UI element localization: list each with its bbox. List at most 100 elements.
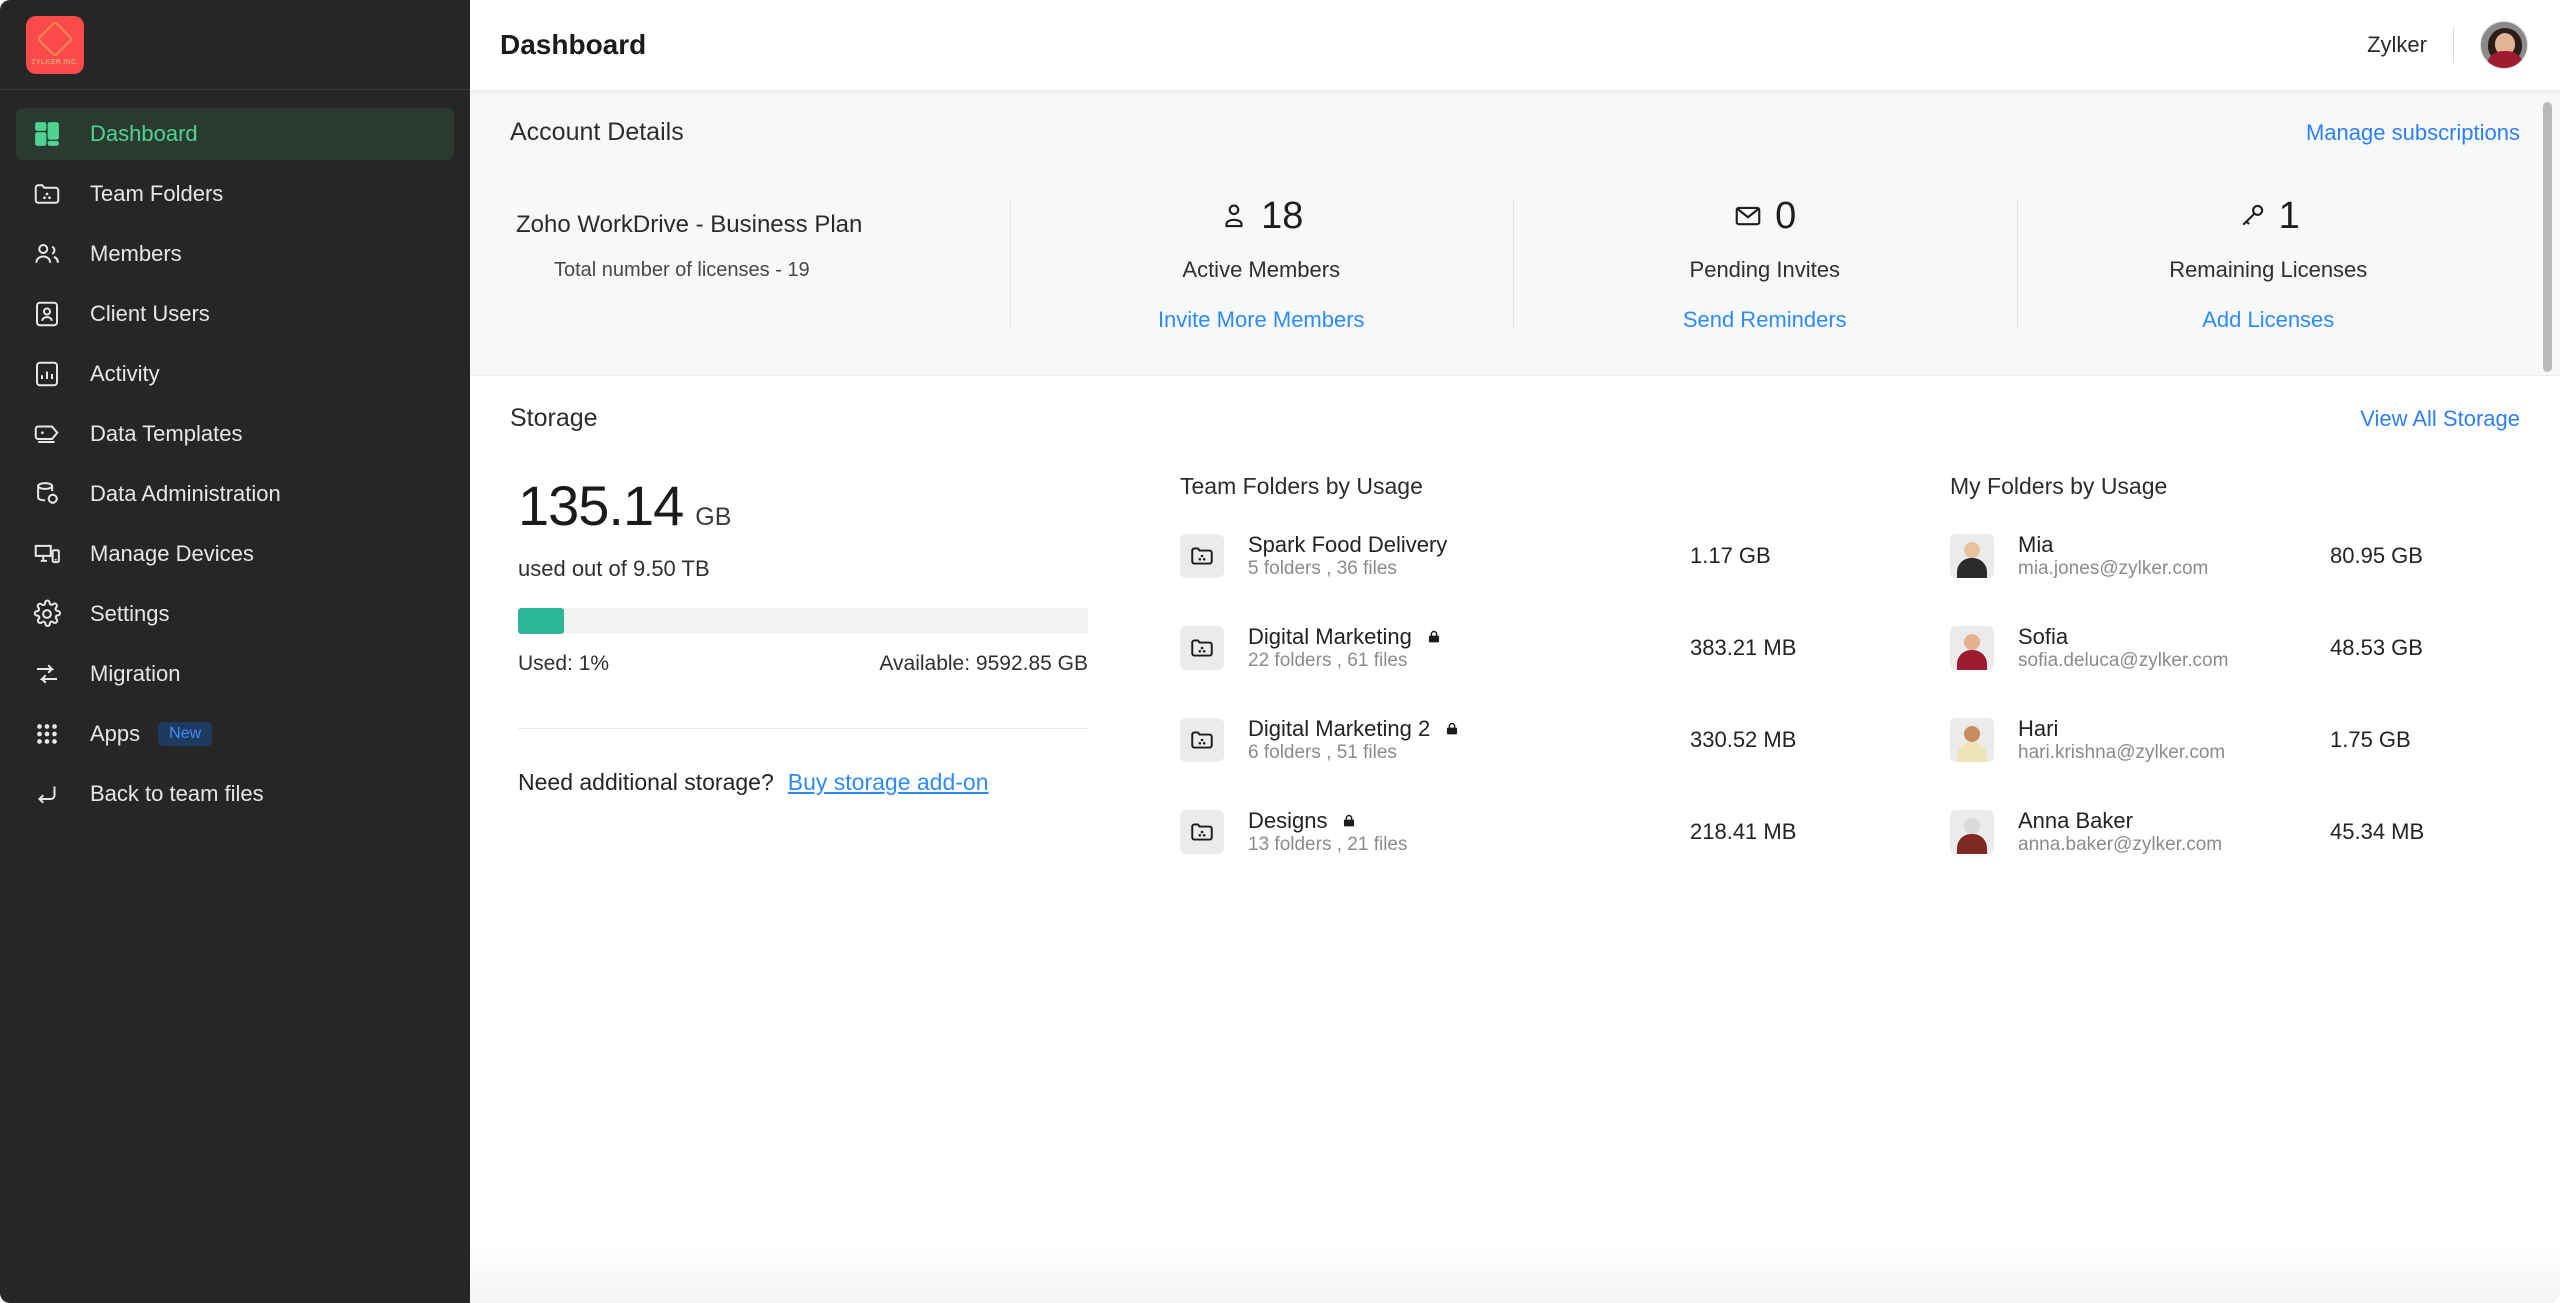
lock-icon	[1444, 721, 1460, 737]
plan-info: Zoho WorkDrive - Business Plan Total num…	[516, 191, 1010, 337]
add-licenses-link[interactable]: Add Licenses	[2027, 307, 2511, 333]
sidebar-item-label: Manage Devices	[90, 541, 254, 566]
avatar-body	[1957, 742, 1987, 762]
sidebar-nav: Dashboard Team Folders Members Client Us…	[0, 90, 470, 820]
sidebar-item-data-administration[interactable]: Data Administration	[16, 468, 454, 520]
storage-used-percent: Used: 1%	[518, 652, 610, 675]
main-area: Dashboard Zylker Account Details Manage …	[470, 0, 2560, 1303]
plan-name: Zoho WorkDrive - Business Plan	[516, 211, 863, 238]
account-details-title: Account Details	[510, 118, 684, 146]
sidebar-item-dashboard[interactable]: Dashboard	[16, 108, 454, 160]
manage-subscriptions-link[interactable]: Manage subscriptions	[2306, 120, 2520, 146]
sidebar-item-members[interactable]: Members	[16, 228, 454, 280]
my-folder-row[interactable]: Hari hari.krishna@zylker.com 1.75 GB	[1950, 694, 2520, 786]
team-folder-meta: Spark Food Delivery 5 folders , 36 files	[1248, 532, 1690, 580]
content-scroll-area: Account Details Manage subscriptions Zoh…	[470, 90, 2560, 1303]
folder-icon	[1180, 810, 1224, 854]
sidebar-item-label: Activity	[90, 361, 160, 386]
sidebar-item-data-templates[interactable]: Data Templates	[16, 408, 454, 460]
team-folder-size: 1.17 GB	[1690, 543, 1771, 568]
sidebar-item-label: Members	[90, 241, 182, 266]
my-folders-title: My Folders by Usage	[1950, 473, 2168, 499]
member-email: mia.jones@zylker.com	[2018, 558, 2209, 579]
storage-title: Storage	[510, 404, 598, 432]
people-icon	[30, 237, 64, 271]
my-folder-size: 45.34 MB	[2330, 819, 2425, 844]
sidebar-item-migration[interactable]: Migration	[16, 648, 454, 700]
sidebar-item-label: Settings	[90, 601, 170, 626]
my-folder-meta: Hari hari.krishna@zylker.com	[2018, 716, 2330, 764]
scrollbar-track[interactable]	[2543, 90, 2556, 1303]
pending-invites-label: Pending Invites	[1689, 257, 1840, 282]
team-folder-name-row: Digital Marketing 2	[1248, 716, 1690, 742]
team-folder-name-row: Spark Food Delivery	[1248, 532, 1690, 558]
team-folder-meta: Digital Marketing 22 folders , 61 files	[1248, 624, 1690, 672]
sidebar-item-activity[interactable]: Activity	[16, 348, 454, 400]
member-avatar	[1950, 626, 1994, 670]
storage-bar-legend: Used: 1% Available: 9592.85 GB	[518, 652, 1088, 676]
sidebar-item-apps[interactable]: Apps New	[16, 708, 454, 760]
apps-new-badge: New	[158, 722, 213, 746]
team-folder-row[interactable]: Digital Marketing 22 folders , 61 files …	[1180, 602, 1880, 694]
database-gear-icon	[30, 477, 64, 511]
my-folders-by-usage: My Folders by Usage Mia mia.jones@zylker…	[1950, 473, 2520, 878]
invite-more-members-link[interactable]: Invite More Members	[1020, 307, 1504, 333]
sidebar-item-back-to-team-files[interactable]: Back to team files	[16, 768, 454, 820]
my-folder-row[interactable]: Anna Baker anna.baker@zylker.com 45.34 M…	[1950, 786, 2520, 878]
buy-storage-addon-link[interactable]: Buy storage add-on	[788, 769, 989, 795]
avatar-body	[1957, 558, 1987, 578]
member-name: Mia	[2018, 532, 2054, 557]
account-details-panel: Account Details Manage subscriptions Zoh…	[470, 90, 2560, 376]
logo-diamond-icon	[36, 20, 74, 57]
metric-pending-invites: 0 Pending Invites Send Reminders	[1513, 191, 2017, 337]
team-folder-row[interactable]: Digital Marketing 2 6 folders , 51 files…	[1180, 694, 1880, 786]
contact-card-icon	[30, 297, 64, 331]
team-folder-name: Designs	[1248, 808, 1328, 833]
my-folder-row[interactable]: Sofia sofia.deluca@zylker.com 48.53 GB	[1950, 602, 2520, 694]
topbar-right: Zylker	[2367, 21, 2528, 69]
person-icon	[1219, 201, 1249, 231]
devices-icon	[30, 537, 64, 571]
member-email: sofia.deluca@zylker.com	[2018, 650, 2229, 671]
template-tag-icon	[30, 417, 64, 451]
zylker-logo[interactable]: ZYLKER INC.	[26, 15, 84, 74]
member-name: Hari	[2018, 716, 2059, 741]
storage-progress-bar	[518, 608, 1088, 634]
migration-arrows-icon	[30, 657, 64, 691]
team-folder-size: 218.41 MB	[1690, 819, 1797, 844]
avatar-body	[1957, 834, 1987, 854]
storage-used-value: 135.14	[518, 474, 684, 537]
logo-row: ZYLKER INC.	[0, 0, 470, 90]
activity-chart-icon	[30, 357, 64, 391]
team-folder-row[interactable]: Spark Food Delivery 5 folders , 36 files…	[1180, 510, 1880, 602]
my-folder-row[interactable]: Mia mia.jones@zylker.com 80.95 GB	[1950, 510, 2520, 602]
folder-shared-icon	[30, 177, 64, 211]
storage-total-text: used out of 9.50 TB	[518, 556, 710, 581]
gear-icon	[30, 597, 64, 631]
view-all-storage-link[interactable]: View All Storage	[2360, 406, 2520, 432]
scrollbar-thumb[interactable]	[2543, 102, 2552, 372]
lock-icon	[1341, 813, 1357, 829]
team-folder-name-row: Designs	[1248, 808, 1690, 834]
team-folders-by-usage: Team Folders by Usage Spark Food Deliver…	[1180, 473, 1880, 878]
team-folder-counts: 22 folders , 61 files	[1248, 650, 1408, 671]
sidebar-item-label: Data Templates	[90, 421, 243, 446]
sidebar-item-label: Apps	[90, 721, 141, 746]
dashboard-grid-icon	[30, 117, 64, 151]
team-folder-row[interactable]: Designs 13 folders , 21 files 218.41 MB	[1180, 786, 1880, 878]
team-folder-name: Digital Marketing	[1248, 624, 1412, 649]
sidebar-item-team-folders[interactable]: Team Folders	[16, 168, 454, 220]
avatar-body	[1957, 650, 1987, 670]
send-reminders-link[interactable]: Send Reminders	[1523, 307, 2007, 333]
team-folder-size: 383.21 MB	[1690, 635, 1797, 660]
sidebar-item-client-users[interactable]: Client Users	[16, 288, 454, 340]
sidebar-item-settings[interactable]: Settings	[16, 588, 454, 640]
sidebar-item-manage-devices[interactable]: Manage Devices	[16, 528, 454, 580]
sidebar-item-label: Dashboard	[90, 121, 198, 146]
my-folder-size: 48.53 GB	[2330, 635, 2423, 660]
return-arrow-icon	[30, 777, 64, 811]
team-folder-name-row: Digital Marketing	[1248, 624, 1690, 650]
avatar[interactable]	[2480, 21, 2528, 69]
folder-icon	[1180, 534, 1224, 578]
my-folder-size: 80.95 GB	[2330, 543, 2423, 568]
